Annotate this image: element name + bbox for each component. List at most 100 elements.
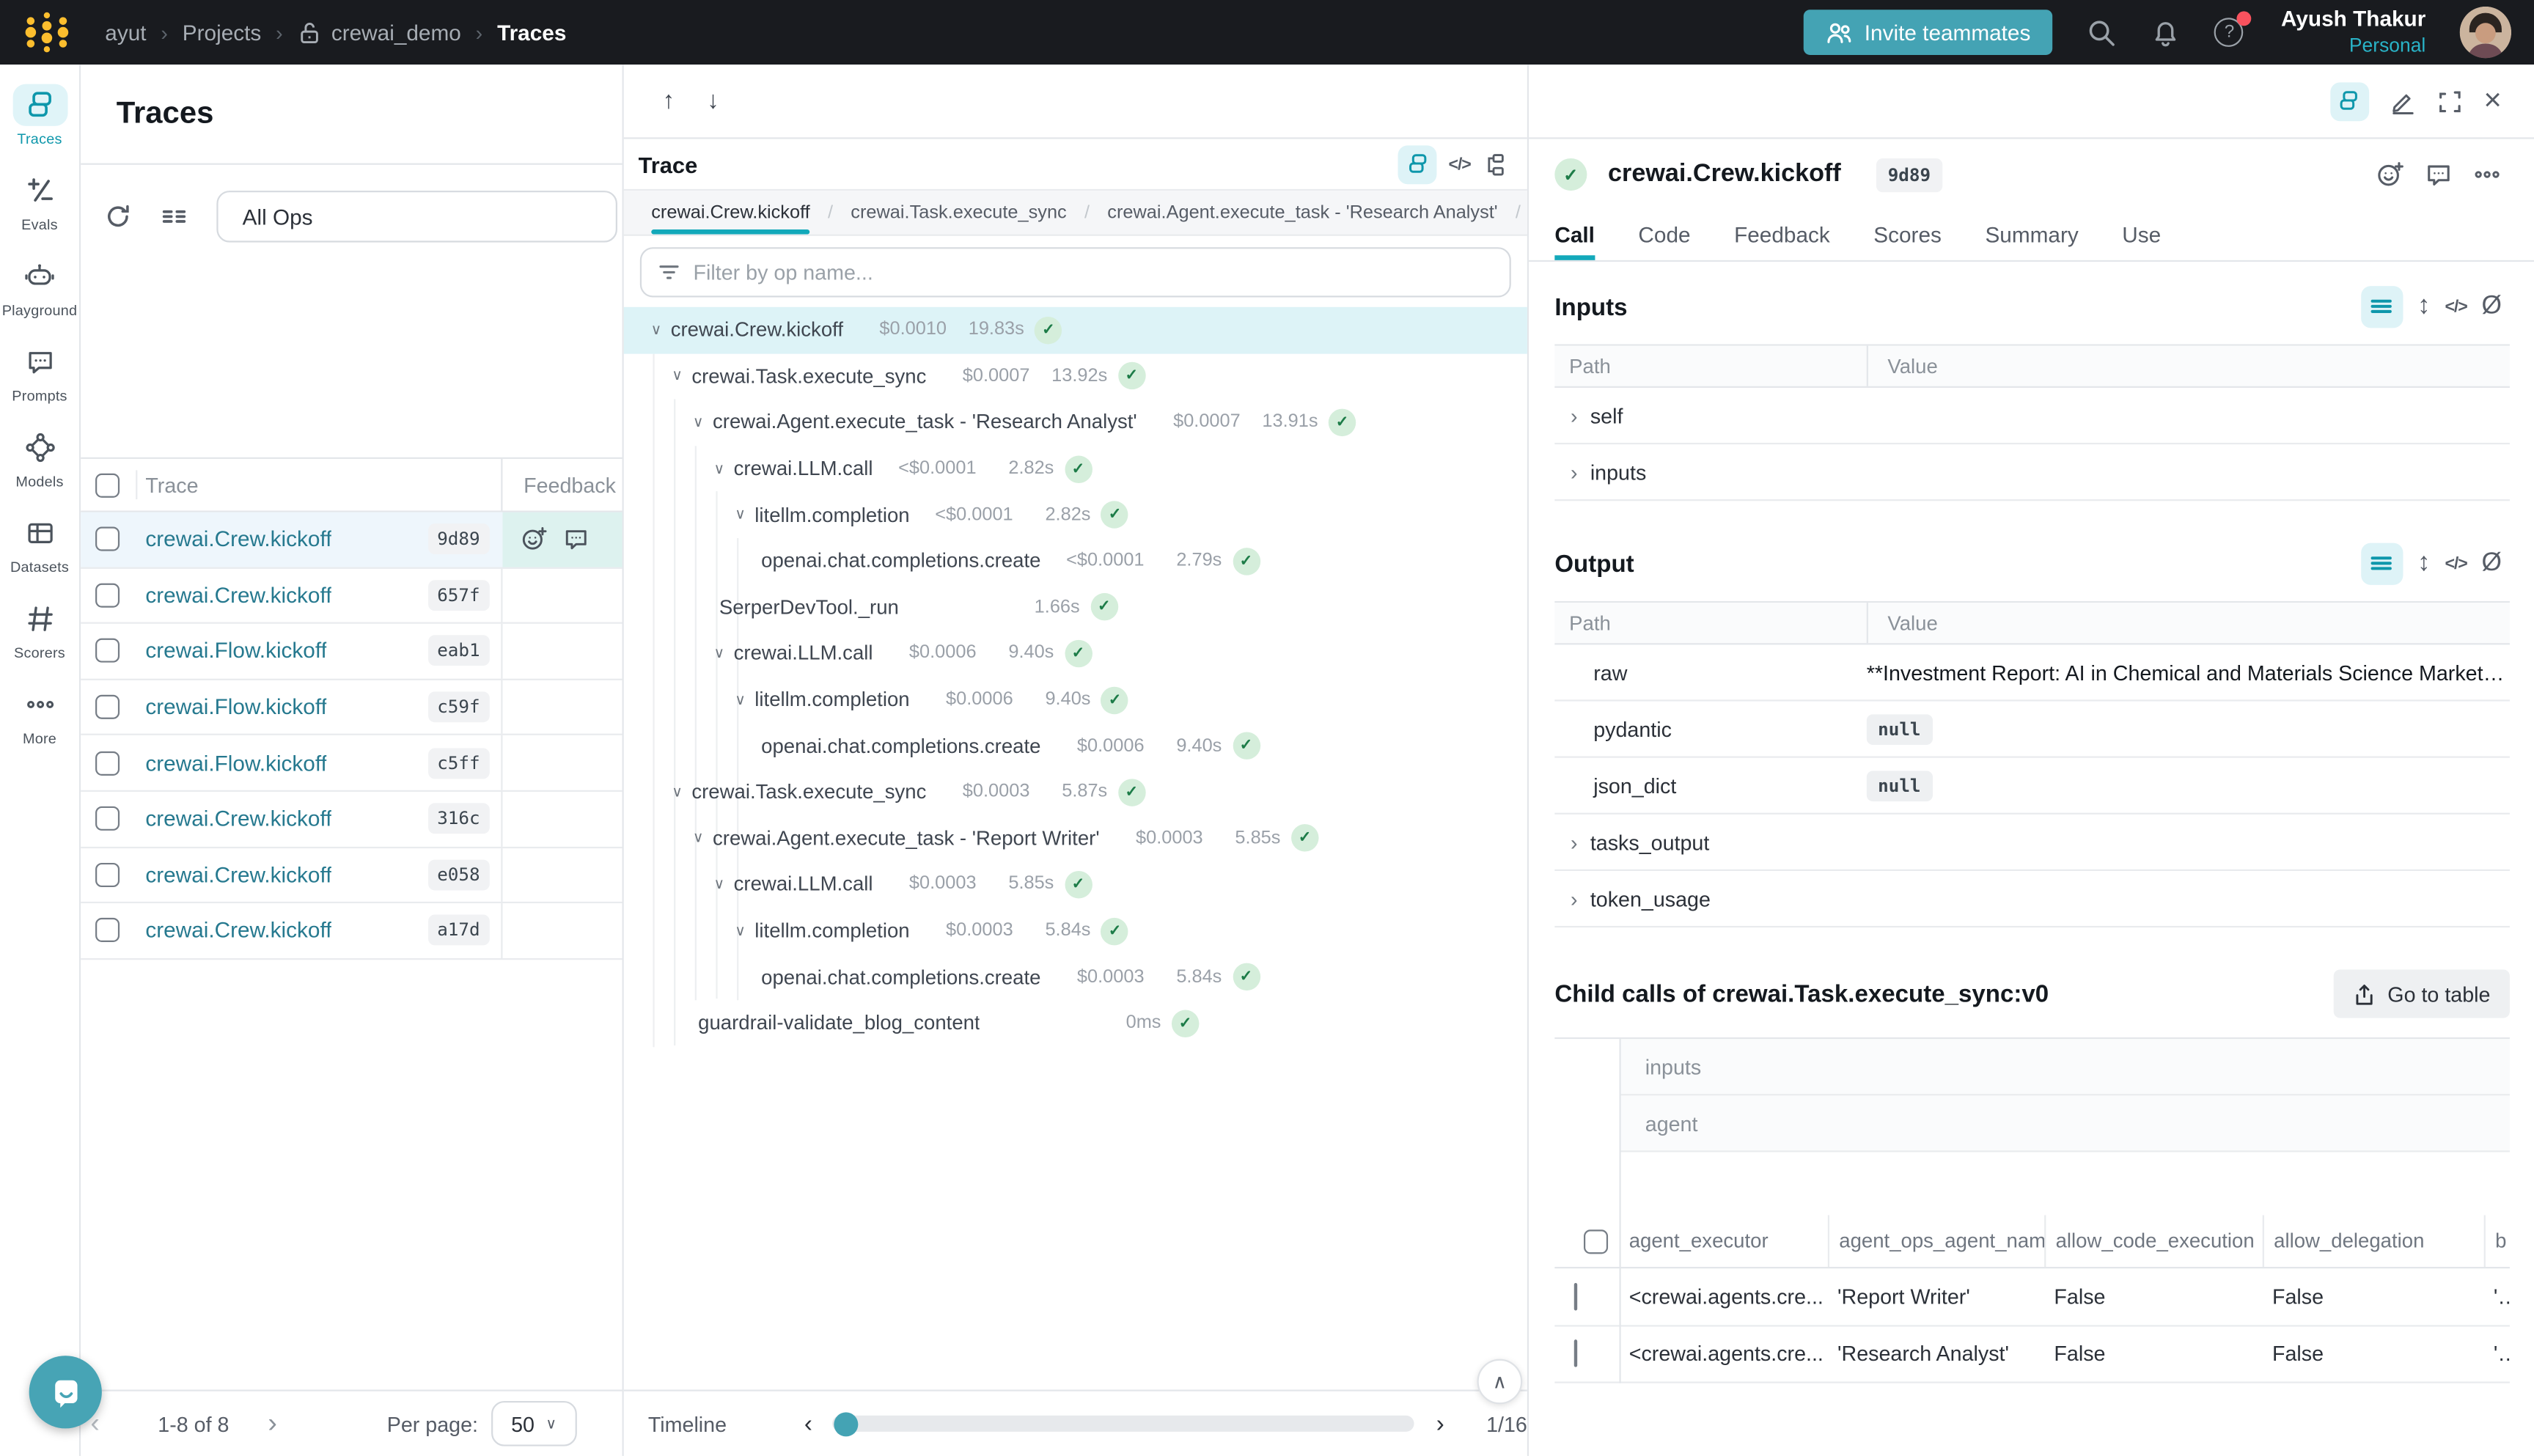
trace-link[interactable]: crewai.Crew.kickoff bbox=[145, 863, 331, 887]
row-checkbox[interactable] bbox=[95, 695, 120, 719]
stack-tab[interactable]: crewai.Crew.kickoff bbox=[651, 191, 809, 235]
tree-row[interactable]: ∨ crewai.Crew.kickoff $0.0010 19.83s ✓ bbox=[624, 307, 1527, 353]
output-row[interactable]: › token_usage bbox=[1554, 871, 2510, 927]
chevron-down-icon[interactable]: ∨ bbox=[708, 644, 730, 662]
edit-icon[interactable] bbox=[2390, 88, 2416, 114]
code-view-icon[interactable]: </> bbox=[2445, 298, 2467, 317]
trace-link[interactable]: crewai.Crew.kickoff bbox=[145, 806, 331, 831]
chevron-down-icon[interactable]: ∨ bbox=[729, 922, 752, 939]
tree-row[interactable]: ∨ crewai.LLM.call $0.0003 5.85s ✓ bbox=[624, 861, 1527, 908]
arrow-down-icon[interactable]: ↓ bbox=[707, 87, 719, 114]
tab-use[interactable]: Use bbox=[2122, 210, 2161, 260]
column-header[interactable]: agent_ops_agent_name bbox=[1828, 1215, 2044, 1267]
help-icon[interactable]: ? bbox=[2215, 18, 2244, 47]
hide-values-icon[interactable]: Ø bbox=[2481, 549, 2501, 578]
op-name-filter-input[interactable] bbox=[694, 260, 1494, 284]
sidebar-item-models[interactable]: Models bbox=[2, 427, 76, 490]
chevron-right-icon[interactable]: › bbox=[1554, 830, 1587, 854]
sidebar-item-playground[interactable]: Playground bbox=[2, 255, 76, 318]
table-row[interactable]: crewai.Crew.kickoff 316c bbox=[81, 792, 622, 848]
expand-rows-icon[interactable]: ↕ bbox=[2417, 293, 2431, 322]
table-row[interactable]: crewai.Crew.kickoff a17d bbox=[81, 903, 622, 959]
output-row[interactable]: json_dict null bbox=[1554, 758, 2510, 815]
trace-link[interactable]: crewai.Flow.kickoff bbox=[145, 695, 327, 719]
list-view-icon[interactable] bbox=[2361, 543, 2403, 585]
tree-row[interactable]: SerperDevTool._run 1.66s ✓ bbox=[624, 584, 1527, 630]
tab-scores[interactable]: Scores bbox=[1873, 210, 1942, 260]
code-view-icon[interactable]: </> bbox=[1449, 154, 1471, 173]
tree-view-icon[interactable] bbox=[1398, 144, 1437, 183]
tree-row[interactable]: ∨ crewai.LLM.call $0.0006 9.40s ✓ bbox=[624, 630, 1527, 677]
chevron-down-icon[interactable]: ∨ bbox=[687, 413, 710, 431]
fullscreen-icon[interactable] bbox=[2437, 88, 2463, 114]
tree-view-icon[interactable] bbox=[2330, 81, 2369, 120]
row-checkbox[interactable] bbox=[95, 639, 120, 663]
table-row[interactable]: <crewai.agents.cre... 'Report Writer' Fa… bbox=[1554, 1268, 2510, 1326]
output-row[interactable]: pydantic null bbox=[1554, 702, 2510, 758]
tree-row[interactable]: ∨ litellm.completion $0.0006 9.40s ✓ bbox=[624, 677, 1527, 723]
sidebar-item-datasets[interactable]: Datasets bbox=[2, 512, 76, 576]
timeline-slider[interactable] bbox=[831, 1416, 1414, 1432]
go-to-table-button[interactable]: Go to table bbox=[2335, 969, 2510, 1018]
timeline-prev-icon[interactable]: ‹ bbox=[804, 1410, 812, 1437]
arrow-up-icon[interactable]: ↑ bbox=[663, 87, 675, 114]
breadcrumb-entity[interactable]: ayut bbox=[105, 21, 146, 45]
tree-row[interactable]: openai.chat.completions.create $0.0003 5… bbox=[624, 954, 1527, 1000]
search-icon[interactable] bbox=[2087, 17, 2118, 48]
breadcrumb-project[interactable]: crewai_demo bbox=[331, 21, 461, 45]
chevron-down-icon[interactable]: ∨ bbox=[708, 875, 730, 893]
row-checkbox[interactable] bbox=[95, 919, 120, 943]
row-checkbox[interactable] bbox=[1574, 1340, 1577, 1367]
column-header[interactable]: allow_code_execution bbox=[2044, 1215, 2263, 1267]
column-header[interactable]: allow_delegation bbox=[2263, 1215, 2484, 1267]
add-reaction-icon[interactable] bbox=[2376, 160, 2405, 189]
input-row[interactable]: › self bbox=[1554, 388, 2510, 444]
tree-row[interactable]: ∨ crewai.Agent.execute_task - 'Research … bbox=[624, 400, 1527, 446]
trace-link[interactable]: crewai.Flow.kickoff bbox=[145, 639, 327, 663]
trace-link[interactable]: crewai.Crew.kickoff bbox=[145, 583, 331, 607]
table-row[interactable]: <crewai.agents.cre... 'Research Analyst'… bbox=[1554, 1326, 2510, 1383]
flame-graph-icon[interactable] bbox=[1482, 151, 1507, 177]
row-checkbox[interactable] bbox=[95, 863, 120, 887]
tab-code[interactable]: Code bbox=[1638, 210, 1690, 260]
user-menu[interactable]: Ayush Thakur Personal bbox=[2281, 7, 2425, 58]
op-filter-select[interactable]: All Ops bbox=[216, 191, 617, 243]
table-row[interactable]: crewai.Flow.kickoff c59f bbox=[81, 680, 622, 735]
tree-row[interactable]: ∨ litellm.completion <$0.0001 2.82s ✓ bbox=[624, 492, 1527, 538]
chevron-down-icon[interactable]: ∨ bbox=[666, 367, 688, 385]
tree-row[interactable]: ∨ crewai.Agent.execute_task - 'Report Wr… bbox=[624, 815, 1527, 861]
input-row[interactable]: › inputs bbox=[1554, 444, 2510, 501]
call-id-badge[interactable]: 9d89 bbox=[1876, 158, 1942, 191]
sidebar-item-traces[interactable]: Traces bbox=[2, 84, 76, 147]
support-chat-button[interactable] bbox=[29, 1356, 102, 1428]
output-row[interactable]: raw **Investment Report: AI in Chemical … bbox=[1554, 644, 2510, 701]
sidebar-item-more[interactable]: More bbox=[2, 683, 76, 746]
next-page-icon[interactable]: › bbox=[258, 1408, 287, 1440]
more-options-icon[interactable] bbox=[2472, 160, 2502, 189]
row-checkbox[interactable] bbox=[95, 751, 120, 775]
trace-link[interactable]: crewai.Flow.kickoff bbox=[145, 751, 327, 775]
scroll-to-top-button[interactable]: ∧ bbox=[1477, 1359, 1523, 1405]
breadcrumb-traces[interactable]: Traces bbox=[497, 21, 566, 45]
sidebar-item-scorers[interactable]: Scorers bbox=[2, 598, 76, 661]
chevron-down-icon[interactable]: ∨ bbox=[729, 691, 752, 708]
tree-row[interactable]: ∨ litellm.completion $0.0003 5.84s ✓ bbox=[624, 908, 1527, 954]
chevron-right-icon[interactable]: › bbox=[1554, 403, 1587, 427]
invite-teammates-button[interactable]: Invite teammates bbox=[1803, 10, 2053, 55]
tree-row[interactable]: guardrail-validate_blog_content 0ms ✓ bbox=[624, 1000, 1527, 1046]
per-page-select[interactable]: 50 ∨ bbox=[491, 1401, 577, 1446]
tab-feedback[interactable]: Feedback bbox=[1734, 210, 1830, 260]
chevron-down-icon[interactable]: ∨ bbox=[666, 783, 688, 801]
timeline-slider-handle[interactable] bbox=[834, 1411, 858, 1435]
table-row[interactable]: crewai.Crew.kickoff 9d89 bbox=[81, 512, 622, 568]
table-row[interactable]: crewai.Flow.kickoff c5ff bbox=[81, 736, 622, 792]
refresh-icon[interactable] bbox=[103, 202, 133, 232]
chevron-down-icon[interactable]: ∨ bbox=[729, 506, 752, 523]
user-avatar[interactable] bbox=[2460, 7, 2512, 59]
select-all-checkbox[interactable] bbox=[1584, 1229, 1608, 1253]
comment-icon[interactable] bbox=[2424, 160, 2453, 189]
expand-rows-icon[interactable]: ↕ bbox=[2417, 549, 2431, 578]
tree-row[interactable]: openai.chat.completions.create $0.0006 9… bbox=[624, 723, 1527, 769]
output-row[interactable]: › tasks_output bbox=[1554, 815, 2510, 871]
chevron-down-icon[interactable]: ∨ bbox=[708, 460, 730, 477]
